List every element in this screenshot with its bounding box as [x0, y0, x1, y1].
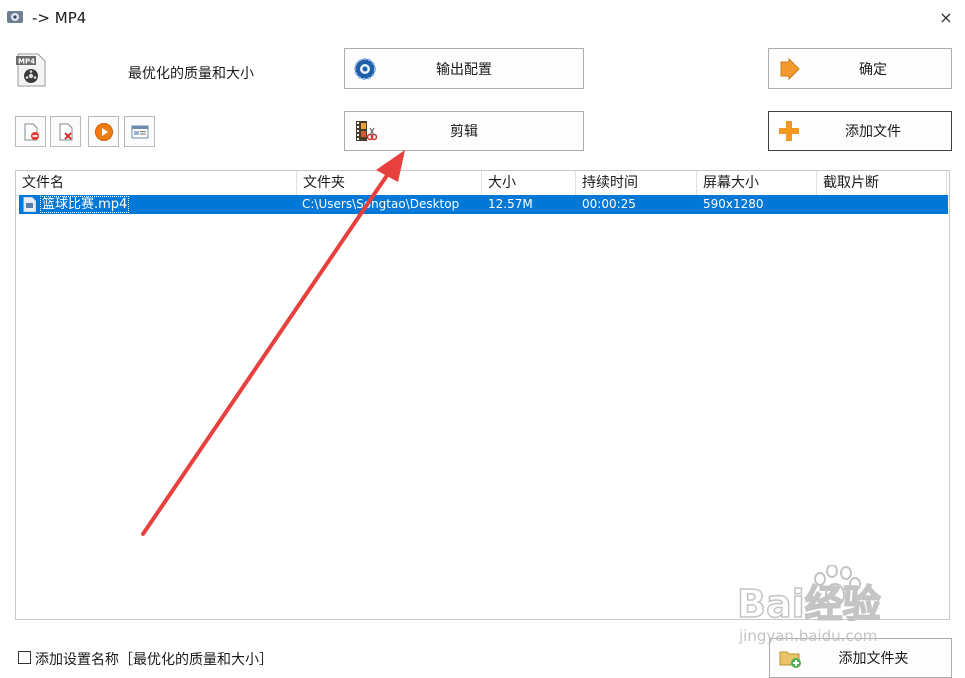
add-file-label: 添加文件 — [845, 124, 901, 140]
cell-size: 12.57M — [488, 197, 533, 211]
add-file-button[interactable]: 添加文件 — [768, 111, 952, 151]
ok-label: 确定 — [859, 61, 887, 78]
add-preset-name-label: 添加设置名称［最优化的质量和大小］ — [35, 652, 273, 668]
output-config-label: 输出配置 — [436, 61, 492, 78]
cell-clip — [820, 195, 946, 214]
table-row[interactable]: 篮球比赛.mp4 C:\Users\Songtao\Desktop 12.57M… — [19, 195, 948, 214]
column-header-name[interactable]: 文件名 — [16, 171, 297, 195]
file-info-button[interactable] — [124, 116, 155, 147]
column-header-screen-size[interactable]: 屏幕大小 — [697, 171, 817, 195]
cell-duration: 00:00:25 — [582, 197, 636, 211]
output-config-button[interactable]: 输出配置 — [344, 48, 584, 89]
add-folder-button[interactable]: 添加文件夹 — [769, 638, 952, 678]
close-button[interactable]: × — [934, 6, 958, 30]
cell-file-name: 篮球比赛.mp4 — [37, 195, 295, 214]
remove-file-icon — [24, 123, 39, 141]
window-title: -> MP4 — [32, 9, 87, 27]
svg-text:MP4: MP4 — [18, 58, 35, 66]
column-header-duration[interactable]: 持续时间 — [576, 171, 697, 195]
clear-list-icon — [59, 123, 73, 141]
file-list[interactable]: 文件名 文件夹 大小 持续时间 屏幕大小 截取片断 篮球比赛.mp4 C:\Us… — [15, 170, 950, 620]
mp4-file-icon: MP4 — [16, 53, 46, 87]
cell-folder: C:\Users\Songtao\Desktop — [302, 197, 460, 211]
video-file-icon — [23, 197, 36, 212]
clear-list-button[interactable] — [50, 116, 81, 147]
play-icon — [95, 123, 113, 141]
play-button[interactable] — [88, 116, 119, 147]
trim-label: 剪辑 — [450, 124, 478, 140]
preset-label: 最优化的质量和大小 — [128, 66, 254, 82]
remove-file-button[interactable] — [15, 116, 46, 147]
column-header-size[interactable]: 大小 — [482, 171, 576, 195]
app-icon — [7, 11, 23, 23]
cell-screen-size: 590x1280 — [703, 197, 764, 211]
add-folder-label: 添加文件夹 — [838, 651, 909, 667]
add-preset-name-checkbox[interactable] — [18, 651, 31, 664]
column-header-folder[interactable]: 文件夹 — [297, 171, 482, 195]
ok-button[interactable]: 确定 — [768, 48, 952, 89]
trim-button[interactable]: 剪辑 — [344, 111, 584, 151]
file-info-icon — [131, 125, 149, 139]
list-header: 文件名 文件夹 大小 持续时间 屏幕大小 截取片断 — [16, 171, 949, 196]
file-name-text: 篮球比赛.mp4 — [40, 196, 130, 213]
column-header-clip[interactable]: 截取片断 — [817, 171, 947, 195]
title-bar: -> MP4 × — [0, 0, 965, 36]
